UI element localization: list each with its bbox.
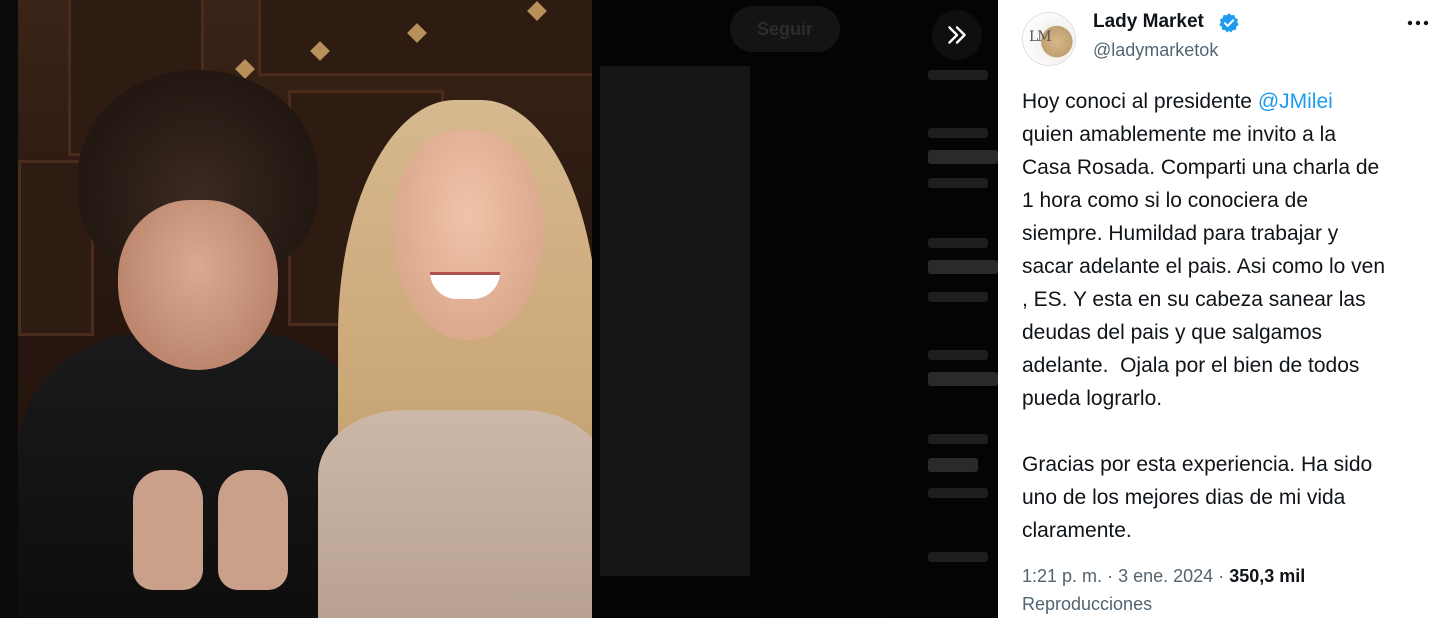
dimmed-text	[928, 128, 988, 138]
dimmed-text	[928, 458, 978, 472]
tweet-photo[interactable]	[18, 0, 592, 618]
more-horizontal-icon	[1407, 20, 1429, 26]
dimmed-text	[928, 70, 988, 80]
more-options-button[interactable]	[1404, 12, 1432, 34]
meta-separator: ·	[1107, 566, 1114, 586]
expand-button[interactable]	[932, 10, 982, 60]
thumbs-up-left	[133, 470, 203, 590]
dimmed-text	[928, 178, 988, 188]
author-name[interactable]: Lady Market	[1093, 11, 1204, 33]
tweet-text-body: quien amablemente me invito a la Casa Ro…	[1022, 123, 1386, 542]
tweet-text: Hoy conoci al presidente @JMilei quien a…	[1022, 85, 1434, 547]
dimmed-text	[928, 260, 998, 274]
follow-button[interactable]: Seguir	[730, 6, 840, 52]
dimmed-text	[928, 350, 988, 360]
media-viewer[interactable]: Seguir	[0, 0, 998, 618]
mention-link[interactable]: @JMilei	[1258, 90, 1333, 113]
dimmed-text	[928, 292, 988, 302]
thumbs-up-right	[218, 470, 288, 590]
verified-badge-icon[interactable]	[1218, 12, 1240, 34]
woman-top	[318, 410, 592, 618]
tweet-text-start: Hoy conoci al presidente	[1022, 90, 1258, 113]
dimmed-text	[928, 372, 998, 386]
tweet-panel: LM Lady Market @ladymarketok Hoy conoci …	[998, 0, 1440, 618]
woman-face	[393, 130, 543, 340]
author-handle[interactable]: @ladymarketok	[1093, 40, 1218, 61]
dimmed-text	[928, 552, 988, 562]
dimmed-text	[928, 434, 988, 444]
tweet-time[interactable]: 1:21 p. m.	[1022, 566, 1102, 586]
views-label: Reproducciones	[1022, 594, 1153, 614]
views-count: 350,3 mil	[1229, 566, 1306, 586]
dimmed-text	[928, 488, 988, 498]
tweet-date[interactable]: 3 ene. 2024	[1118, 566, 1213, 586]
avatar[interactable]: LM	[1022, 12, 1076, 66]
dimmed-text	[928, 238, 988, 248]
chevrons-right-icon	[948, 26, 966, 44]
meta-separator: ·	[1218, 566, 1225, 586]
dimmed-image	[600, 66, 750, 576]
tweet-meta: 1:21 p. m. · 3 ene. 2024 · 350,3 mil	[1022, 566, 1305, 587]
avatar-monogram: LM	[1029, 29, 1052, 45]
dimmed-text	[928, 150, 998, 164]
man-face	[118, 200, 278, 370]
